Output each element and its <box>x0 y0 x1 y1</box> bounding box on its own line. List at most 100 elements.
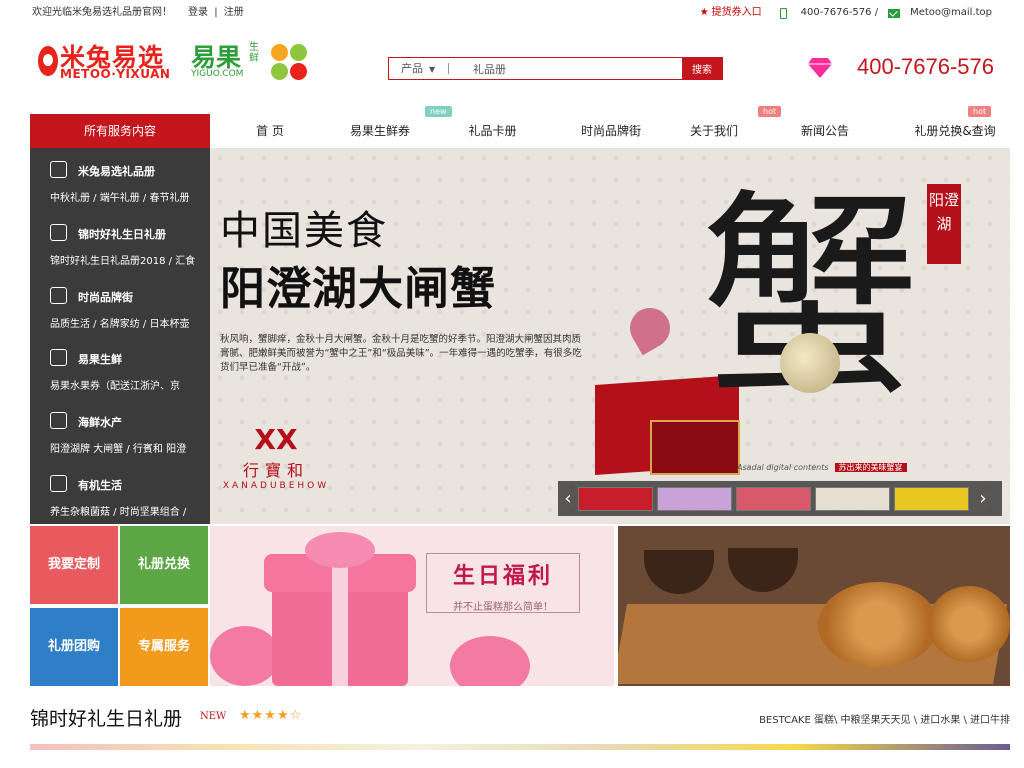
register-link[interactable]: 注册 <box>224 7 244 18</box>
section-links[interactable]: BESTCAKE 蛋糕\ 中粮坚果天天见 \ 进口水果 \ 进口牛排 <box>759 711 1010 726</box>
nav-exchange-query[interactable]: 礼册兑换&查询 hot <box>905 106 1005 148</box>
thumbnail[interactable] <box>894 486 969 511</box>
teacup-image <box>644 550 714 594</box>
all-services-button[interactable]: 所有服务内容 <box>30 114 210 148</box>
rating-stars: ★★★★☆ <box>239 708 303 723</box>
hot-badge: hot <box>968 106 992 117</box>
birthday-title: 生日福利 <box>452 564 553 589</box>
thumbnail[interactable] <box>815 486 890 511</box>
gift-icon <box>50 161 67 178</box>
sidebar-item-birthday[interactable]: 锦时好礼生日礼册 锦时好礼生日礼品册2018 / 汇食 <box>30 214 210 276</box>
category-sidebar: 米兔易选礼品册 中秋礼册 / 端午礼册 / 春节礼册 锦时好礼生日礼册 锦时好礼… <box>30 148 210 524</box>
ribbon-image <box>450 636 530 686</box>
sidebar-item-links[interactable]: 阳澄湖牌 大闸蟹 / 行賓和 阳澄 <box>50 440 186 455</box>
exchange-tile[interactable]: 礼册兑换 <box>120 526 208 604</box>
caption-text: Asadal digital contents <box>737 463 829 472</box>
nav-news[interactable]: 新闻公告 <box>790 114 860 148</box>
sidebar-item-title: 易果生鲜 <box>78 353 122 366</box>
hot-badge: hot <box>758 106 782 117</box>
thumbnail[interactable] <box>736 486 811 511</box>
product-strip <box>30 744 1010 750</box>
sidebar-item-organic[interactable]: 有机生活 养生杂粮菌菇 / 时尚坚果组合 / <box>30 465 210 527</box>
teacup-image <box>728 548 798 592</box>
camera-icon <box>50 349 67 366</box>
section-new-label: NEW <box>200 711 227 722</box>
nav-fashion-brand[interactable]: 时尚品牌街 <box>566 114 656 148</box>
sidebar-item-metoo[interactable]: 米兔易选礼品册 中秋礼册 / 端午礼册 / 春节礼册 <box>30 151 210 213</box>
diamond-icon <box>808 58 832 78</box>
nav-home[interactable]: 首 页 <box>235 114 305 148</box>
prev-arrow-icon[interactable]: ‹ <box>558 488 578 509</box>
yiguo-logo-sub: 生鲜 <box>249 42 259 64</box>
hero-banner[interactable]: 中国美食 阳澄湖大闸蟹 秋风响，蟹脚痒，金秋十月大闸蟹。金秋十月是吃蟹的好季节。… <box>210 148 1010 524</box>
yiguo-logo-en: YIGUO.COM <box>191 69 244 79</box>
search-category-select[interactable]: 产品 ▼ <box>389 58 447 79</box>
brand-name-en: XANADUBEHOW <box>222 481 330 491</box>
moon-image <box>780 333 840 393</box>
exclusive-service-tile[interactable]: 专属服务 <box>120 608 208 686</box>
petal-logo-icon <box>271 44 307 80</box>
sidebar-item-title: 有机生活 <box>78 479 122 492</box>
pickup-link[interactable]: 提货券入口 <box>712 0 762 26</box>
sidebar-item-fresh[interactable]: 易果生鲜 易果水果券（配送江浙沪、京 <box>30 339 210 401</box>
new-badge: new <box>425 106 452 117</box>
sidebar-item-links[interactable]: 锦时好礼生日礼品册2018 / 汇食 <box>50 252 195 267</box>
top-contact: ★ 提货券入口 400-7676-576 / Metoo@mail.top <box>700 0 992 26</box>
group-buy-tile[interactable]: 礼册团购 <box>30 608 118 686</box>
sidebar-item-links[interactable]: 品质生活 / 名牌家纺 / 日本杯壶 <box>50 315 189 330</box>
sidebar-item-title: 锦时好礼生日礼册 <box>78 228 166 241</box>
metoo-logo-en: METOO·YIXUAN <box>60 67 171 81</box>
custom-order-tile[interactable]: 我要定制 <box>30 526 118 604</box>
section-title: 锦时好礼生日礼册 <box>30 708 183 730</box>
box-icon <box>50 224 67 241</box>
xanadu-brand: XX 行寶和 XANADUBEHOW <box>218 423 334 491</box>
thumbnail[interactable] <box>578 486 653 511</box>
sidebar-item-seafood[interactable]: 海鲜水产 阳澄湖牌 大闸蟹 / 行賓和 阳澄 <box>30 402 210 464</box>
sidebar-item-fashion[interactable]: 时尚品牌街 品质生活 / 名牌家纺 / 日本杯壶 <box>30 277 210 339</box>
next-arrow-icon[interactable]: › <box>973 488 993 509</box>
welcome-text: 欢迎光临米兔易选礼品册官网！ <box>32 7 172 18</box>
nav-gift-cards[interactable]: 礼品卡册 <box>455 114 530 148</box>
gift-bow-image <box>305 532 375 568</box>
banner-paragraph: 秋风响，蟹脚痒，金秋十月大闸蟹。金秋十月是吃蟹的好季节。阳澄湖大闸蟹因其肉质膏腻… <box>220 334 582 373</box>
caption-tag: 苏出来的美味蟹宴 <box>834 463 907 472</box>
top-phone: 400-7676-576 / <box>800 7 879 18</box>
image-icon <box>50 412 67 429</box>
banner-seal: 阳澄湖 <box>927 184 961 264</box>
nav-about[interactable]: 关于我们 hot <box>680 106 782 148</box>
search-input[interactable] <box>449 58 682 79</box>
mooncake-promo[interactable] <box>618 526 1010 686</box>
birthday-textbox: 生日福利 并不止蛋糕那么简单！ <box>426 553 580 613</box>
thumbnail[interactable] <box>657 486 732 511</box>
main-nav: 所有服务内容 首 页 易果生鲜券 new 礼品卡册 时尚品牌街 关于我们 hot 新… <box>30 106 1010 148</box>
caret-down-icon: ▼ <box>429 65 436 74</box>
sidebar-item-links[interactable]: 中秋礼册 / 端午礼册 / 春节礼册 <box>50 189 189 204</box>
banner-thumbnail-strip: ‹ › <box>558 481 1002 516</box>
image-icon <box>50 475 67 492</box>
mail-icon <box>888 8 901 18</box>
gift-ribbon-image <box>332 554 348 686</box>
birthday-promo[interactable]: 生日福利 并不止蛋糕那么简单！ <box>210 526 614 686</box>
banner-heading-1: 中国美食 <box>220 208 388 254</box>
sidebar-item-title: 米兔易选礼品册 <box>78 165 155 178</box>
brand-name-cn: 行寶和 <box>242 461 309 480</box>
top-email[interactable]: Metoo@mail.top <box>910 0 992 26</box>
banner-caption: Asadal digital contents 苏出来的美味蟹宴 <box>737 462 907 473</box>
star-icon: ★ <box>699 7 709 18</box>
sidebar-item-title: 海鲜水产 <box>78 416 122 429</box>
sidebar-item-links[interactable]: 养生杂粮菌菇 / 时尚坚果组合 / <box>50 503 186 518</box>
crab-giftbox-front-image <box>650 420 740 475</box>
login-link[interactable]: 登录 <box>188 7 208 18</box>
search-bar: 产品▼ 搜索 <box>388 57 723 80</box>
metoo-logo[interactable]: 米兔易选 METOO·YIXUAN <box>38 40 180 86</box>
search-button[interactable]: 搜索 <box>682 58 722 79</box>
bag-icon <box>50 287 67 304</box>
metoo-mark-icon <box>38 46 58 76</box>
quick-tiles: 我要定制 礼册兑换 礼册团购 专属服务 <box>30 526 210 686</box>
yiguo-logo[interactable]: 易果 生鲜 YIGUO.COM <box>191 40 311 86</box>
ribbon-image <box>210 626 280 686</box>
nav-yiguo-voucher[interactable]: 易果生鲜券 new <box>340 106 452 148</box>
birthday-subtitle: 并不止蛋糕那么简单！ <box>453 602 553 613</box>
sidebar-item-title: 时尚品牌街 <box>78 291 133 304</box>
sidebar-item-links[interactable]: 易果水果券（配送江浙沪、京 <box>50 377 180 392</box>
